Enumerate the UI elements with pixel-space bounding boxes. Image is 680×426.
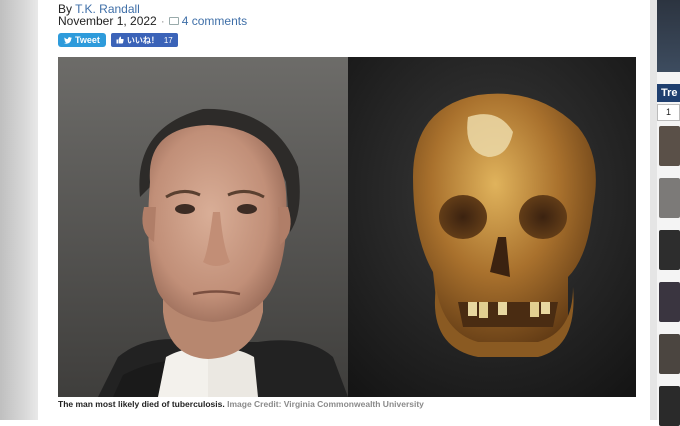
facial-reconstruction-and-skull-image [58, 57, 636, 397]
image-credit: Image Credit: Virginia Commonwealth Univ… [227, 399, 424, 409]
thumbs-up-icon [116, 36, 124, 44]
caption-text: The man most likely died of tuberculosis… [58, 399, 225, 409]
sidebar-thumbnail[interactable] [659, 126, 680, 166]
publish-date: November 1, 2022 [58, 14, 157, 28]
sidebar-thumbnail[interactable] [659, 230, 680, 270]
page-left-gutter [0, 0, 38, 420]
article-image [58, 57, 636, 397]
sidebar-thumbnail[interactable] [659, 334, 680, 374]
sidebar-trending-header: Tre [657, 84, 680, 102]
tweet-label: Tweet [75, 35, 100, 45]
tweet-button[interactable]: Tweet [58, 33, 106, 47]
like-count: 17 [163, 35, 173, 45]
article-meta: November 1, 2022 · 4 comments [58, 14, 247, 28]
sidebar-thumbnail[interactable] [659, 178, 680, 218]
sidebar-thumbnail[interactable] [659, 282, 680, 322]
meta-separator: · [160, 14, 165, 28]
like-label: いいね！ [126, 35, 159, 45]
comment-icon [168, 17, 179, 25]
share-buttons: Tweet いいね！ 17 [58, 33, 178, 47]
comments-link[interactable]: 4 comments [182, 14, 247, 28]
like-button[interactable]: いいね！ 17 [110, 33, 178, 47]
twitter-bird-icon [64, 36, 72, 44]
image-caption: The man most likely died of tuberculosis… [58, 399, 424, 409]
sidebar-tab-1[interactable]: 1 [657, 104, 680, 121]
sidebar-thumbnail[interactable] [659, 386, 680, 426]
sidebar-top-thumbnail[interactable] [657, 0, 680, 72]
article-container: By T.K. Randall November 1, 2022 · 4 com… [38, 0, 650, 420]
